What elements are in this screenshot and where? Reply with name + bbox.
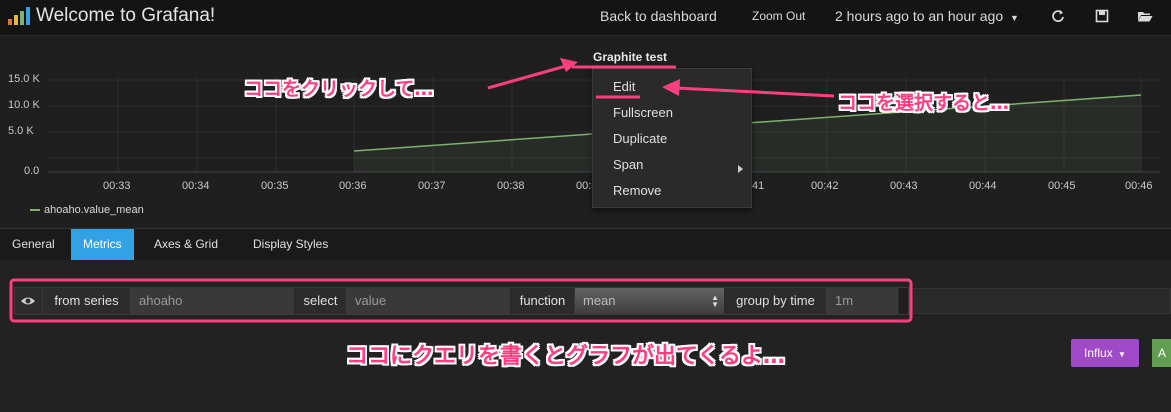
x-tick-label: 00:34 bbox=[182, 180, 210, 192]
group-by-time-input[interactable]: 1m bbox=[827, 288, 899, 314]
top-navbar: Welcome to Grafana! Back to dashboard Zo… bbox=[0, 0, 1171, 36]
menu-item-span[interactable]: Span bbox=[613, 157, 643, 172]
menu-item-remove[interactable]: Remove bbox=[613, 183, 661, 198]
graph-canvas bbox=[48, 76, 1160, 173]
select-arrows-icon: ▲ ▼ bbox=[711, 293, 719, 309]
toggle-visibility-button[interactable] bbox=[15, 288, 43, 314]
y-tick-label: 15.0 K bbox=[8, 73, 40, 85]
x-tick-label: 00:45 bbox=[1048, 180, 1076, 192]
group-by-time-label: group by time bbox=[725, 288, 827, 314]
x-tick-label: 00:46 bbox=[1125, 180, 1153, 192]
panel-context-menu: Edit Fullscreen Duplicate Span Remove bbox=[592, 68, 752, 208]
caret-down-icon: ▼ bbox=[1010, 13, 1019, 23]
save-icon[interactable] bbox=[1095, 9, 1109, 23]
select-label: select bbox=[295, 288, 347, 314]
grafana-logo-icon bbox=[8, 7, 30, 25]
from-series-label: from series bbox=[43, 288, 131, 314]
refresh-icon[interactable] bbox=[1051, 9, 1065, 23]
add-query-button[interactable]: A bbox=[1152, 339, 1171, 367]
graph-legend[interactable]: ahoaho.value_mean bbox=[30, 204, 144, 216]
y-tick-label: 10.0 K bbox=[8, 99, 40, 111]
time-range-picker[interactable]: 2 hours ago to an hour ago ▼ bbox=[835, 8, 1019, 24]
x-tick-label: 00:44 bbox=[969, 180, 997, 192]
metrics-editor: from series ahoaho select value function… bbox=[0, 260, 1171, 412]
tab-general[interactable]: General bbox=[0, 229, 67, 260]
y-tick-label: 5.0 K bbox=[8, 125, 34, 137]
tab-display-styles[interactable]: Display Styles bbox=[241, 229, 340, 260]
caret-down-icon: ▼ bbox=[1118, 350, 1126, 359]
function-label: function bbox=[511, 288, 575, 314]
legend-swatch bbox=[30, 209, 40, 211]
time-range-label: 2 hours ago to an hour ago bbox=[835, 8, 1004, 24]
function-select[interactable]: mean ▲ ▼ bbox=[575, 288, 725, 314]
zoom-out-button[interactable]: Zoom Out bbox=[752, 9, 805, 23]
influx-button-label: Influx bbox=[1084, 346, 1113, 360]
menu-item-edit[interactable]: Edit bbox=[613, 79, 635, 94]
x-tick-label: 00:37 bbox=[418, 180, 446, 192]
x-tick-label: 00:35 bbox=[261, 180, 289, 192]
tab-metrics[interactable]: Metrics bbox=[71, 229, 134, 260]
datasource-influx-button[interactable]: Influx ▼ bbox=[1071, 339, 1139, 367]
series-input[interactable]: ahoaho bbox=[131, 288, 295, 314]
query-row: from series ahoaho select value function… bbox=[14, 287, 909, 315]
x-tick-label: 41 bbox=[752, 180, 765, 192]
annotation-click-here: ココをクリックして… bbox=[244, 78, 434, 100]
y-tick-label: 0.0 bbox=[24, 165, 40, 177]
tab-axes-grid[interactable]: Axes & Grid bbox=[142, 229, 230, 260]
x-tick-label: 00:33 bbox=[103, 180, 131, 192]
select-input[interactable]: value bbox=[347, 288, 511, 314]
back-to-dashboard-link[interactable]: Back to dashboard bbox=[600, 8, 717, 24]
x-tick-label: 00:42 bbox=[811, 180, 839, 192]
annotation-query-here: ココにクエリを書くとグラフが出てくるよ… bbox=[346, 344, 785, 369]
legend-label: ahoaho.value_mean bbox=[44, 204, 144, 216]
submenu-arrow-icon bbox=[738, 165, 743, 173]
menu-item-duplicate[interactable]: Duplicate bbox=[613, 131, 667, 146]
x-tick-label: 00:43 bbox=[890, 180, 918, 192]
dashboard-title[interactable]: Welcome to Grafana! bbox=[36, 5, 215, 27]
function-select-value: mean bbox=[583, 293, 616, 308]
query-row-filler bbox=[909, 288, 1171, 314]
editor-tabs: General Metrics Axes & Grid Display Styl… bbox=[0, 228, 1171, 260]
graph-panel: Graphite test 15.0 K 10.0 K 5.0 K 0.0 00… bbox=[0, 40, 1171, 228]
menu-item-fullscreen[interactable]: Fullscreen bbox=[613, 105, 673, 120]
brand[interactable]: Welcome to Grafana! bbox=[8, 5, 215, 27]
x-tick-label: 00:38 bbox=[497, 180, 525, 192]
annotation-select-here: ココを選択すると… bbox=[838, 92, 1010, 114]
eye-icon bbox=[21, 297, 35, 305]
x-tick-label: 00:36 bbox=[339, 180, 367, 192]
folder-open-icon[interactable] bbox=[1137, 9, 1153, 23]
